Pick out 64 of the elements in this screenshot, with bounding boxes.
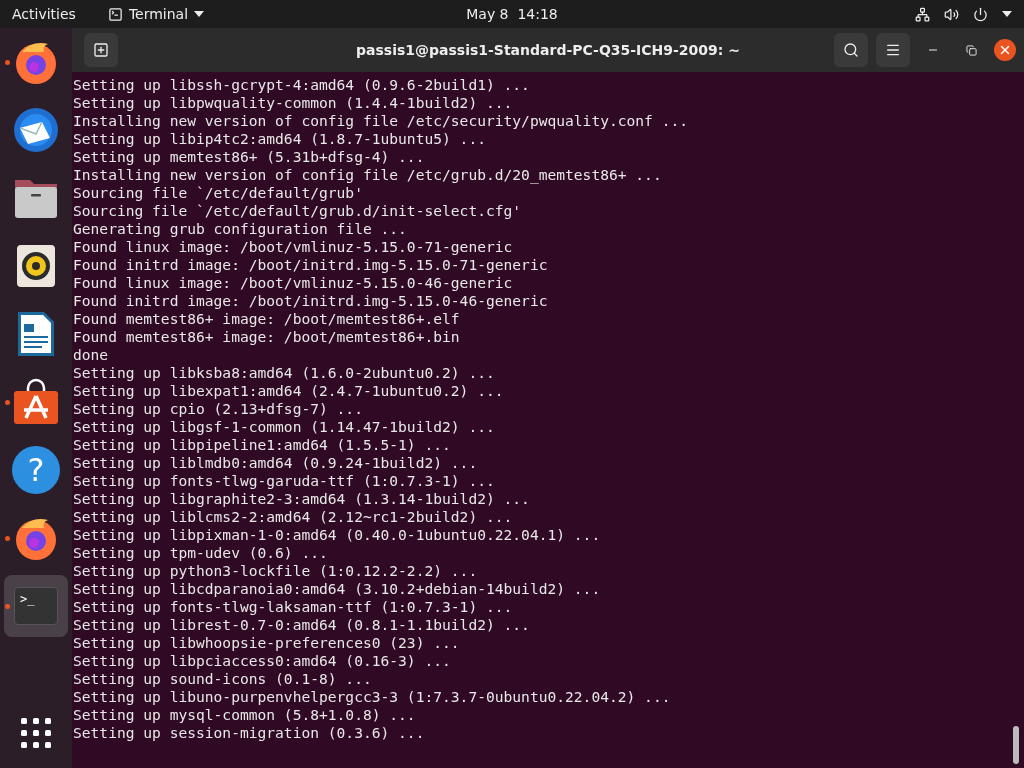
terminal-line: Setting up liblmdb0:amd64 (0.9.24-1build2) ...: [73, 454, 479, 472]
search-icon: [843, 42, 859, 58]
caret-icon: [194, 11, 205, 17]
terminal-line: Installing new version of config file /etc/security/pwquality.conf ...: [73, 112, 690, 130]
terminal-line: Setting up libuno-purpenvhelpergcc3-3 (1:7.3.7-0ubuntu0.22.04.2) ...: [73, 688, 672, 706]
terminal-line: Setting up librest-0.7-0:amd64 (0.8.1-1.1build2) ...: [73, 616, 531, 634]
terminal-line: Setting up libcdparanoia0:amd64 (3.10.2+debian-14build2) ...: [73, 580, 602, 598]
terminal-line: Sourcing file `/etc/default/grub.d/init-select.cfg': [73, 202, 523, 220]
search-button[interactable]: [834, 33, 868, 67]
terminal-line: Setting up mysql-common (5.8+1.0.8) ...: [73, 706, 417, 724]
terminal-icon: [107, 6, 123, 22]
terminal-line: Found memtest86+ image: /boot/memtest86+.bin: [73, 328, 461, 346]
terminal-line: Setting up libip4tc2:amd64 (1.8.7-1ubuntu5) ...: [73, 130, 487, 148]
activities-button[interactable]: Activities: [12, 6, 76, 22]
menu-button[interactable]: [876, 33, 910, 67]
app-menu[interactable]: Terminal: [107, 6, 205, 22]
terminal-line: Setting up libksba8:amd64 (1.6.0-2ubuntu0.2) ...: [73, 364, 496, 382]
clock[interactable]: May 8 14:18: [466, 6, 558, 22]
terminal-line: Setting up libpciaccess0:amd64 (0.16-3) ...: [73, 652, 452, 670]
terminal-line: Setting up libexpat1:amd64 (2.4.7-1ubuntu0.2) ...: [73, 382, 505, 400]
terminal-line: Setting up libwhoopsie-preferences0 (23) ...: [73, 634, 461, 652]
shopping-bag-icon[interactable]: [12, 378, 60, 426]
new-tab-button[interactable]: [84, 33, 118, 67]
terminal-line: Setting up libssh-gcrypt-4:amd64 (0.9.6-2build1) ...: [73, 76, 531, 94]
terminal-line: done: [73, 346, 110, 364]
terminal-line: Setting up tpm-udev (0.6) ...: [73, 544, 329, 562]
terminal-line: Setting up libgsf-1-common (1.14.47-1build2) ...: [73, 418, 496, 436]
power-icon[interactable]: [973, 6, 988, 22]
terminal-line: Found memtest86+ image: /boot/memtest86+.elf: [73, 310, 461, 328]
terminal-line: Setting up sound-icons (0.1-8) ...: [73, 670, 373, 688]
app-grid-icon[interactable]: [20, 717, 52, 749]
terminal-line: Generating grub configuration file ...: [73, 220, 408, 238]
terminal-line: Found initrd image: /boot/initrd.img-5.15.0-71-generic: [73, 256, 549, 274]
terminal-line: Setting up python3-lockfile (1:0.12.2-2.2) ...: [73, 562, 479, 580]
speaker-icon[interactable]: [16, 244, 56, 288]
menu-icon: [885, 42, 901, 58]
terminal-line: Setting up libpipeline1:amd64 (1.5.5-1) ...: [73, 436, 452, 454]
close-icon: [998, 43, 1012, 57]
network-icon[interactable]: [915, 6, 930, 22]
terminal-line: Setting up liblcms2-2:amd64 (2.12~rc1-2build2) ...: [73, 508, 514, 526]
terminal-line: Found initrd image: /boot/initrd.img-5.15.0-46-generic: [73, 292, 549, 310]
terminal-line: Setting up fonts-tlwg-laksaman-ttf (1:0.7.3-1) ...: [73, 598, 514, 616]
terminal-line: Found linux image: /boot/vmlinuz-5.15.0-46-generic: [73, 274, 514, 292]
terminal-line: Setting up session-migration (0.3.6) ...: [73, 724, 426, 742]
terminal-area[interactable]: [72, 72, 1024, 768]
terminal-icon[interactable]: >_: [14, 587, 58, 625]
terminal-line: Setting up memtest86+ (5.31b+dfsg-4) ...: [73, 148, 426, 166]
terminal-line: Setting up cpio (2.13+dfsg-7) ...: [73, 400, 364, 418]
close-button[interactable]: [994, 39, 1016, 61]
terminal-line: Found linux image: /boot/vmlinuz-5.15.0-71-generic: [73, 238, 514, 256]
document-icon[interactable]: [16, 310, 56, 358]
terminal-line: Setting up fonts-tlwg-garuda-ttf (1:0.7.3-1) ...: [73, 472, 496, 490]
terminal-line: Setting up libpixman-1-0:amd64 (0.40.0-1ubuntu0.22.04.1) ...: [73, 526, 602, 544]
volume-icon[interactable]: [944, 6, 959, 22]
caret-icon: [1002, 11, 1012, 17]
terminal-line: Setting up libgraphite2-3:amd64 (1.3.14-1build2) ...: [73, 490, 531, 508]
terminal-line: Setting up libpwquality-common (1.4.4-1build2) ...: [73, 94, 514, 112]
new-tab-icon: [93, 42, 109, 58]
mail-icon[interactable]: [12, 106, 60, 154]
window-title: passis1@passis1-Standard-PC-Q35-ICH9-2009: ~: [356, 42, 740, 58]
restore-icon: [965, 44, 977, 56]
scrollbar-thumb[interactable]: [1013, 726, 1019, 764]
terminal-line: Installing new version of config file /etc/grub.d/20_memtest86+ ...: [73, 166, 663, 184]
terminal-line: Sourcing file `/etc/default/grub': [73, 184, 364, 202]
